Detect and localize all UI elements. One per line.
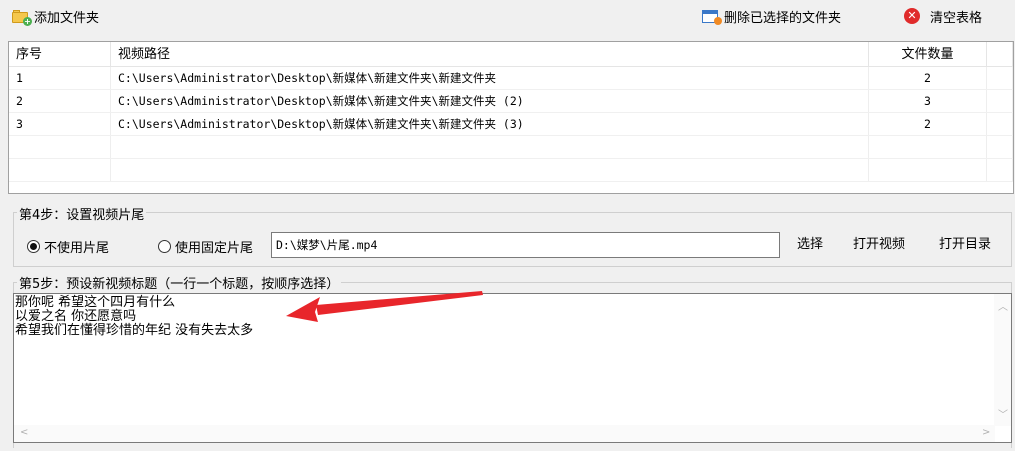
annotation-arrow bbox=[286, 291, 483, 322]
